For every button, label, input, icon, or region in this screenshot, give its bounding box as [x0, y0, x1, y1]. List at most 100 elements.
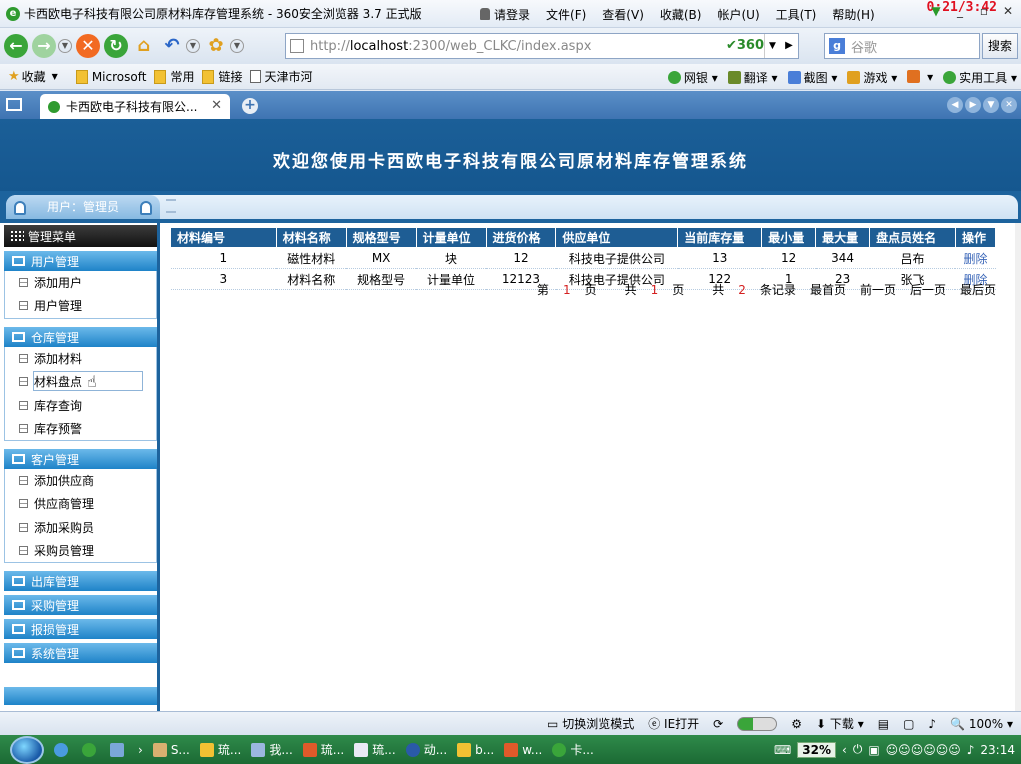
- paw-dropdown-icon[interactable]: ▼: [230, 39, 244, 53]
- tool-ebank[interactable]: 网银 ▾: [667, 69, 718, 86]
- google-icon[interactable]: g: [829, 38, 845, 54]
- menu-item-user-manage[interactable]: 用户管理: [5, 294, 156, 317]
- menu-item-add-material[interactable]: 添加材料: [5, 347, 156, 370]
- refresh-mode-icon[interactable]: ⟳: [713, 717, 723, 731]
- search-button[interactable]: 搜索: [982, 33, 1018, 59]
- menu-help[interactable]: 帮助(H): [832, 6, 874, 23]
- tool-games[interactable]: 游戏 ▾: [847, 69, 897, 86]
- close-tab-icon[interactable]: ✕: [211, 98, 222, 113]
- tool-screenshot[interactable]: 截图 ▾: [787, 69, 837, 86]
- login-link[interactable]: 请登录: [480, 6, 530, 23]
- tab-list-icon[interactable]: ▼: [983, 97, 999, 113]
- taskbar-item-8[interactable]: w...: [504, 742, 542, 757]
- menu-group-customer[interactable]: 客户管理: [4, 449, 157, 469]
- address-dropdown-icon[interactable]: ▼: [764, 34, 780, 58]
- tab-close-all-icon[interactable]: ✕: [1001, 97, 1017, 113]
- tool-extra[interactable]: ▾: [907, 70, 933, 84]
- favorite-common[interactable]: 常用: [154, 68, 194, 85]
- pager-next-link[interactable]: 后一页: [910, 281, 946, 298]
- keyboard-icon[interactable]: ⌨: [774, 743, 791, 757]
- volume-icon[interactable]: ♪: [928, 717, 936, 731]
- menu-item-supplier-manage[interactable]: 供应商管理: [5, 492, 156, 515]
- restore-button[interactable]: ▫: [973, 2, 995, 20]
- menu-item-stock-query[interactable]: 库存查询: [5, 394, 156, 417]
- close-window-button[interactable]: ✕: [997, 2, 1019, 20]
- taskbar-expand-icon[interactable]: ›: [138, 743, 143, 757]
- tab-active[interactable]: 卡西欧电子科技有限公... ✕: [40, 94, 230, 119]
- menu-item-buyer-manage[interactable]: 采购员管理: [5, 539, 156, 562]
- undo-close-icon[interactable]: ↶: [160, 34, 184, 58]
- qq-icons[interactable]: ☺☺☺☺☺☺: [886, 743, 961, 757]
- refresh-icon[interactable]: ↻: [104, 34, 128, 58]
- taskbar-item-1[interactable]: S...: [152, 742, 190, 757]
- go-icon[interactable]: ▶: [780, 34, 798, 58]
- tab-right-icon[interactable]: ▶: [965, 97, 981, 113]
- tab-left-icon[interactable]: ◀: [947, 97, 963, 113]
- forward-arrow-icon[interactable]: →: [32, 34, 56, 58]
- menu-tools[interactable]: 工具(T): [776, 6, 817, 23]
- menu-group-system[interactable]: 系统管理: [4, 643, 157, 663]
- favorite-microsoft[interactable]: Microsoft: [75, 69, 146, 84]
- power-icon[interactable]: ⏻: [853, 742, 863, 757]
- url-text[interactable]: http://localhost:2300/web_CLKC/index.asp…: [310, 39, 591, 54]
- download-button[interactable]: ⬇ 下载 ▾: [816, 715, 864, 732]
- quicklaunch-360-icon[interactable]: [82, 742, 100, 757]
- pager-prev-link[interactable]: 前一页: [860, 281, 896, 298]
- menu-file[interactable]: 文件(F): [546, 6, 586, 23]
- start-button[interactable]: [10, 735, 44, 764]
- speed-toggle[interactable]: [737, 716, 778, 731]
- taskbar-item-6[interactable]: 动...: [405, 741, 447, 758]
- menu-group-warehouse[interactable]: 仓库管理: [4, 327, 157, 347]
- back-arrow-icon[interactable]: ←: [4, 34, 28, 58]
- sidebar-toggle-icon[interactable]: [6, 98, 22, 111]
- new-tab-icon[interactable]: +: [242, 98, 258, 114]
- window-icon[interactable]: ▢: [903, 717, 914, 731]
- settings-icon[interactable]: ⚙: [791, 717, 802, 731]
- address-bar[interactable]: http://localhost:2300/web_CLKC/index.asp…: [285, 33, 799, 59]
- search-input[interactable]: 谷歌: [851, 37, 877, 56]
- menu-group-loss[interactable]: 报损管理: [4, 619, 157, 639]
- paw-icon[interactable]: ✿: [204, 34, 228, 58]
- menu-item-add-buyer[interactable]: 添加采购员: [5, 516, 156, 539]
- tool-translate[interactable]: 翻译 ▾: [727, 69, 778, 86]
- history-dropdown-icon[interactable]: ▼: [58, 39, 72, 53]
- zoom-control[interactable]: 🔍 100% ▾: [950, 717, 1013, 731]
- page-scrollbar[interactable]: [1015, 223, 1021, 711]
- tray-arrow-icon[interactable]: ‹: [842, 743, 847, 757]
- security-shield-icon[interactable]: ✔360: [726, 38, 764, 53]
- taskbar-item-3[interactable]: 我...: [251, 741, 293, 758]
- delete-link[interactable]: 删除: [955, 247, 996, 269]
- menu-item-material-check[interactable]: 材料盘点 ☝: [5, 370, 156, 393]
- taskbar-item-9[interactable]: 卡...: [552, 741, 594, 758]
- taskbar-item-7[interactable]: b...: [457, 742, 494, 757]
- favorites-menu[interactable]: ★ 收藏 ▼: [8, 68, 58, 85]
- ie-open-button[interactable]: ⓔ IE打开: [648, 715, 699, 732]
- notes-icon[interactable]: ▤: [878, 717, 889, 731]
- menu-item-stock-alert[interactable]: 库存预警: [5, 417, 156, 440]
- minimize-button[interactable]: _: [949, 2, 971, 20]
- menu-account[interactable]: 帐户(U): [717, 6, 759, 23]
- menu-item-add-user[interactable]: 添加用户: [5, 271, 156, 294]
- menu-group-user[interactable]: 用户管理: [4, 251, 157, 271]
- home-icon[interactable]: ⌂: [132, 34, 156, 58]
- search-box[interactable]: g 谷歌: [824, 33, 980, 59]
- menu-group-purchase[interactable]: 采购管理: [4, 595, 157, 615]
- favorite-tianjin[interactable]: 天津市河: [250, 68, 312, 85]
- menu-favorites[interactable]: 收藏(B): [660, 6, 702, 23]
- quicklaunch-ie-icon[interactable]: [54, 742, 72, 757]
- shirt-icon[interactable]: ▼: [925, 2, 947, 20]
- quicklaunch-desktop-icon[interactable]: [110, 742, 128, 757]
- taskbar-item-5[interactable]: 琉...: [354, 741, 396, 758]
- tool-utilities[interactable]: 实用工具 ▾: [943, 69, 1017, 86]
- menu-item-add-supplier[interactable]: 添加供应商: [5, 469, 156, 492]
- volume-tray-icon[interactable]: ♪: [967, 743, 975, 757]
- undo-dropdown-icon[interactable]: ▼: [186, 39, 200, 53]
- network-icon[interactable]: ▣: [868, 743, 879, 757]
- taskbar-item-2[interactable]: 琉...: [199, 741, 241, 758]
- pager-last-link[interactable]: 最后页: [960, 281, 996, 298]
- menu-view[interactable]: 查看(V): [602, 6, 644, 23]
- menu-group-outbound[interactable]: 出库管理: [4, 571, 157, 591]
- taskbar-item-4[interactable]: 琉...: [302, 741, 344, 758]
- stop-icon[interactable]: ✕: [76, 34, 100, 58]
- favorite-links[interactable]: 链接: [202, 68, 242, 85]
